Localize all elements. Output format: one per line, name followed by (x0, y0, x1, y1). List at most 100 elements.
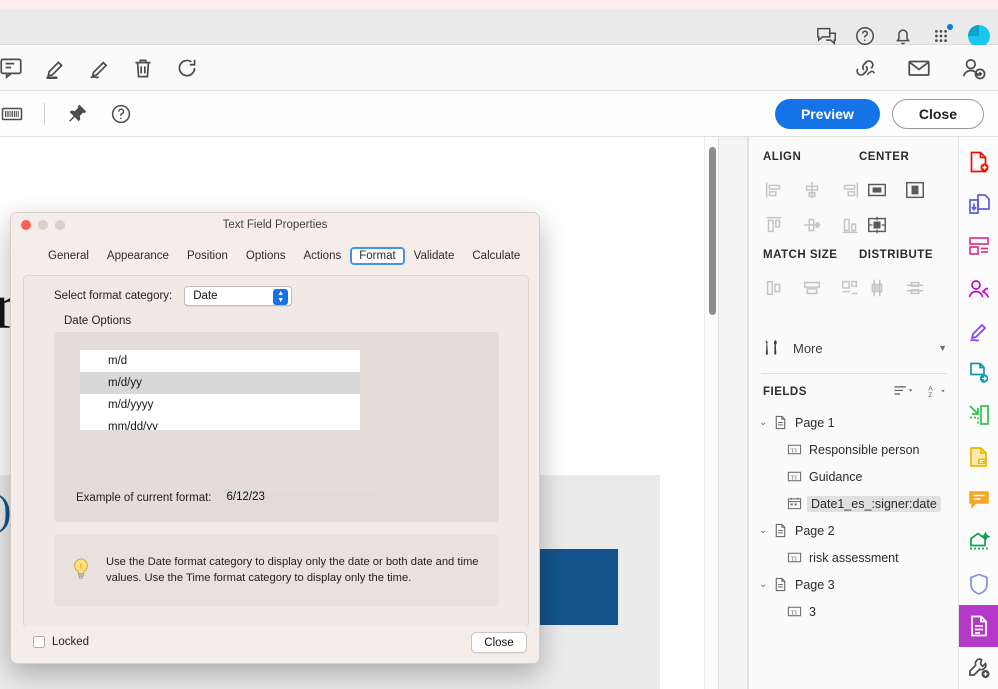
tree-row-page[interactable]: ⌄ Page 3 (757, 571, 957, 598)
comment-icon[interactable] (959, 478, 998, 520)
main-toolbar (0, 45, 998, 91)
protect-icon[interactable] (959, 563, 998, 605)
scrollbar-thumb[interactable] (709, 147, 716, 315)
tree-row-field[interactable]: TI Guidance (757, 463, 957, 490)
rotate-icon[interactable] (174, 55, 200, 81)
more-tools-icon[interactable] (959, 647, 998, 689)
signature-pen-icon[interactable] (86, 55, 112, 81)
align-bottom-icon[interactable] (839, 214, 861, 236)
align-horizontal-center-icon[interactable] (801, 179, 823, 201)
tip-text: Use the Date format category to display … (106, 555, 479, 584)
dialog-tabs: General Appearance Position Options Acti… (39, 245, 520, 267)
locked-checkbox-row[interactable]: Locked (33, 636, 89, 648)
center-tools-row-1 (866, 179, 926, 201)
stepper-icon[interactable]: ▲ ▼ (273, 289, 289, 305)
add-comment-icon[interactable] (959, 436, 998, 478)
send-email-icon[interactable] (906, 55, 932, 81)
pin-icon[interactable] (65, 102, 89, 126)
help-circle-icon[interactable] (109, 102, 133, 126)
format-category-select[interactable]: Date ▲ ▼ (184, 286, 293, 306)
align-vertical-center-icon[interactable] (801, 214, 823, 236)
align-right-icon[interactable] (839, 179, 861, 201)
tree-label: Page 3 (795, 577, 835, 592)
compress-pdf-icon[interactable] (959, 394, 998, 436)
close-window-button[interactable] (21, 219, 31, 230)
chevron-expanded-icon[interactable]: ⌄ (759, 417, 773, 428)
barcode-field-icon[interactable] (0, 102, 24, 126)
tab-actions[interactable]: Actions (295, 247, 351, 265)
align-top-icon[interactable] (763, 214, 785, 236)
send-for-signature-icon[interactable] (959, 352, 998, 394)
redact-icon[interactable] (959, 267, 998, 309)
center-vertically-icon[interactable] (904, 179, 926, 201)
list-item[interactable]: m/d/yyyy (80, 394, 360, 416)
center-tools-row-2 (866, 214, 888, 236)
list-item[interactable]: mm/dd/yy (80, 416, 360, 430)
center-both-icon[interactable] (866, 214, 888, 236)
svg-text:TI: TI (791, 555, 797, 562)
match-both-icon[interactable] (839, 277, 861, 299)
chevron-down-icon[interactable]: ▼ (938, 343, 947, 353)
menu-bar (0, 9, 998, 47)
locked-checkbox[interactable] (33, 636, 45, 648)
tools-wrench-icon (761, 337, 783, 359)
tab-calculate[interactable]: Calculate (463, 247, 529, 265)
preview-button[interactable]: Preview (774, 99, 880, 129)
format-category-label: Select format category: (54, 290, 173, 302)
tree-row-field[interactable]: TI 3 (757, 598, 957, 625)
zoom-window-button[interactable] (55, 219, 65, 230)
scan-and-ocr-icon[interactable] (959, 520, 998, 562)
distribute-horizontally-icon[interactable] (904, 277, 926, 299)
match-height-icon[interactable] (801, 277, 823, 299)
match-width-icon[interactable] (763, 277, 785, 299)
fill-and-sign-icon[interactable] (959, 310, 998, 352)
notifications-bell-icon[interactable] (892, 25, 914, 47)
export-pdf-icon[interactable] (959, 183, 998, 225)
close-form-editor-button[interactable]: Close (891, 99, 984, 129)
chevron-expanded-icon[interactable]: ⌄ (759, 579, 773, 590)
tree-row-field-selected[interactable]: Date1_es_:signer:date (757, 490, 957, 517)
date-format-list[interactable]: m/d m/d/yy m/d/yyyy mm/dd/yy (80, 350, 360, 430)
sort-order-icon[interactable] (893, 384, 913, 400)
align-left-icon[interactable] (763, 179, 785, 201)
center-header: CENTER (859, 151, 910, 163)
tree-row-field[interactable]: TI Responsible person (757, 436, 957, 463)
add-recipient-icon[interactable] (960, 55, 986, 81)
prepare-form-icon[interactable] (958, 604, 998, 647)
organize-pages-icon[interactable] (959, 225, 998, 267)
more-tools-row[interactable]: More ▼ (761, 333, 947, 363)
subtoolbar-buttons: Preview Close (774, 91, 984, 137)
highlighter-icon[interactable] (42, 55, 68, 81)
center-horizontally-icon[interactable] (866, 179, 888, 201)
toolbar-divider (44, 103, 45, 125)
dialog-close-button[interactable]: Close (471, 632, 527, 653)
tab-validate[interactable]: Validate (405, 247, 464, 265)
list-item-selected[interactable]: m/d/yy (80, 372, 360, 394)
share-link-icon[interactable] (852, 55, 878, 81)
tab-options[interactable]: Options (237, 247, 295, 265)
help-icon[interactable] (854, 25, 876, 47)
distribute-vertically-icon[interactable] (866, 277, 888, 299)
comment-icon[interactable] (0, 55, 24, 81)
dialog-footer: Locked Close (11, 626, 539, 663)
feedback-icon[interactable] (816, 25, 838, 47)
tab-position[interactable]: Position (178, 247, 237, 265)
tree-row-field[interactable]: TI risk assessment (757, 544, 957, 571)
sort-alphabetical-icon[interactable]: A Z (927, 384, 947, 401)
tab-format[interactable]: Format (350, 247, 405, 265)
document-scrollbar[interactable] (704, 137, 718, 689)
create-pdf-icon[interactable] (959, 141, 998, 183)
dialog-titlebar[interactable]: Text Field Properties (11, 213, 539, 236)
tools-rail (958, 137, 998, 689)
delete-trash-icon[interactable] (130, 55, 156, 81)
tab-general[interactable]: General (39, 247, 98, 265)
tree-row-page[interactable]: ⌄ Page 1 (757, 409, 957, 436)
minimize-window-button[interactable] (38, 219, 48, 230)
page-icon (773, 415, 788, 430)
tree-row-page[interactable]: ⌄ Page 2 (757, 517, 957, 544)
tab-appearance[interactable]: Appearance (98, 247, 178, 265)
chevron-expanded-icon[interactable]: ⌄ (759, 525, 773, 536)
user-avatar[interactable] (968, 25, 990, 47)
list-item[interactable]: m/d (80, 350, 360, 372)
app-grid-icon[interactable] (930, 24, 953, 47)
